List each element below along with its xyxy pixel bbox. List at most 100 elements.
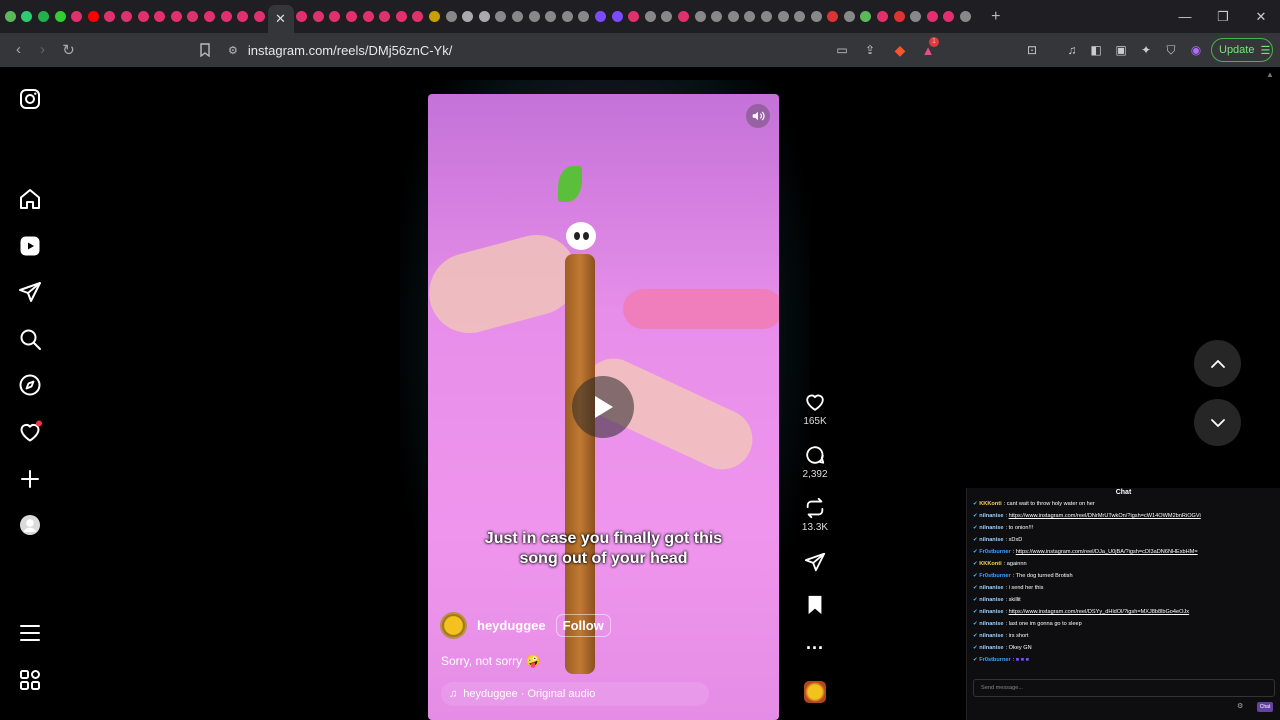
create-icon[interactable] xyxy=(18,467,42,491)
author-avatar[interactable] xyxy=(440,612,467,639)
update-button[interactable]: Update ☰ xyxy=(1211,38,1273,62)
wallet-icon[interactable]: ▣ xyxy=(1112,41,1130,59)
browser-tab[interactable] xyxy=(609,0,626,33)
active-tab[interactable]: ✕ xyxy=(267,5,294,33)
chat-link[interactable]: https://www.instagram.com/reel/DNrMrUTwk… xyxy=(1009,513,1201,519)
browser-tab[interactable] xyxy=(924,0,941,33)
browser-tab[interactable] xyxy=(625,0,642,33)
browser-tab[interactable] xyxy=(118,0,135,33)
browser-tab[interactable] xyxy=(542,0,559,33)
browser-tab[interactable] xyxy=(426,0,443,33)
browser-tab[interactable] xyxy=(201,0,218,33)
chat-username[interactable]: Fr0stburner xyxy=(979,573,1010,579)
browser-tab[interactable] xyxy=(742,0,759,33)
browser-tab[interactable] xyxy=(808,0,825,33)
chat-settings-icon[interactable]: ⚙ xyxy=(1237,702,1243,710)
share-icon[interactable]: ⇪ xyxy=(861,41,879,59)
comment-button[interactable]: 2,392 xyxy=(795,444,835,480)
chat-username[interactable]: nilnanise xyxy=(979,537,1003,543)
browser-tab[interactable] xyxy=(493,0,510,33)
sidebar-toggle-icon[interactable]: ◧ xyxy=(1087,41,1105,59)
more-options-button[interactable]: ... xyxy=(795,634,835,652)
browser-tab[interactable] xyxy=(168,0,185,33)
browser-tab[interactable] xyxy=(675,0,692,33)
browser-tab[interactable] xyxy=(874,0,891,33)
browser-tab[interactable] xyxy=(891,0,908,33)
chat-send-button[interactable]: Chat xyxy=(1257,702,1273,712)
browser-tab[interactable] xyxy=(443,0,460,33)
browser-tab[interactable] xyxy=(310,0,327,33)
browser-tab[interactable] xyxy=(526,0,543,33)
browser-tab[interactable] xyxy=(35,0,52,33)
browser-tab[interactable] xyxy=(459,0,476,33)
browser-tab[interactable] xyxy=(509,0,526,33)
browser-tab[interactable] xyxy=(758,0,775,33)
screenshot-icon[interactable]: ⊡ xyxy=(1023,41,1041,59)
browser-tab[interactable] xyxy=(725,0,742,33)
browser-tab[interactable] xyxy=(151,0,168,33)
brave-rewards-icon[interactable]: ▲ 1 xyxy=(919,37,939,59)
explore-icon[interactable] xyxy=(18,373,42,397)
forward-icon[interactable]: › xyxy=(30,37,55,62)
brave-shields-icon[interactable]: ◆ xyxy=(891,41,909,59)
profile-avatar-icon[interactable] xyxy=(18,513,42,537)
browser-tab[interactable] xyxy=(791,0,808,33)
author-username[interactable]: heyduggee xyxy=(477,618,546,633)
notifications-heart-icon[interactable] xyxy=(18,420,42,444)
browser-tab[interactable] xyxy=(102,0,119,33)
direct-messages-icon[interactable] xyxy=(18,280,42,304)
chat-username[interactable]: KKKonti xyxy=(979,561,1001,567)
browser-tab[interactable] xyxy=(476,0,493,33)
browser-tab[interactable] xyxy=(941,0,958,33)
close-tab-icon[interactable]: ✕ xyxy=(275,11,286,27)
share-button[interactable] xyxy=(795,551,835,573)
browser-tab[interactable] xyxy=(410,0,427,33)
browser-tab[interactable] xyxy=(19,0,36,33)
browser-tab[interactable] xyxy=(135,0,152,33)
browser-tab[interactable] xyxy=(360,0,377,33)
cast-icon[interactable]: ▭ xyxy=(833,41,851,59)
more-menu-icon[interactable] xyxy=(18,621,42,645)
browser-tab[interactable] xyxy=(393,0,410,33)
browser-tab[interactable] xyxy=(858,0,875,33)
browser-tab[interactable] xyxy=(576,0,593,33)
site-settings-icon[interactable]: ⚙ xyxy=(228,44,238,57)
vpn-icon[interactable]: ⛉ xyxy=(1162,41,1180,59)
chat-username[interactable]: nilnanise xyxy=(979,609,1003,615)
back-icon[interactable]: ‹ xyxy=(6,37,31,62)
browser-tab[interactable] xyxy=(957,0,974,33)
next-reel-button[interactable] xyxy=(1194,399,1241,446)
chat-username[interactable]: nilnanise xyxy=(979,645,1003,651)
audio-owner-thumbnail[interactable] xyxy=(804,681,826,703)
chat-username[interactable]: nilnanise xyxy=(979,621,1003,627)
browser-tab[interactable] xyxy=(692,0,709,33)
reload-icon[interactable]: ↻ xyxy=(56,37,81,62)
chat-link[interactable]: https://www.instagram.com/reel/DSYy_dHld… xyxy=(1009,609,1189,615)
chat-username[interactable]: nilnanise xyxy=(979,585,1003,591)
minimize-icon[interactable]: — xyxy=(1166,0,1204,33)
chat-username[interactable]: nilnanise xyxy=(979,633,1003,639)
bookmark-page-icon[interactable] xyxy=(192,37,217,62)
browser-tab[interactable] xyxy=(775,0,792,33)
chat-username[interactable]: nilnanise xyxy=(979,525,1003,531)
repost-button[interactable]: 13.3K xyxy=(795,497,835,533)
browser-tab[interactable] xyxy=(218,0,235,33)
audio-link[interactable]: ♫ heyduggee · Original audio xyxy=(441,682,709,706)
chat-link[interactable]: https://www.instagram.com/reel/DJa_U0jBA… xyxy=(1016,549,1198,555)
chat-username[interactable]: Fr0stburner xyxy=(979,657,1010,663)
reel-video[interactable]: Just in case you finally got this song o… xyxy=(428,94,779,720)
browser-tab[interactable] xyxy=(251,0,268,33)
browser-tab[interactable] xyxy=(294,0,311,33)
chat-username[interactable]: nilnanise xyxy=(979,597,1003,603)
browser-tab[interactable] xyxy=(642,0,659,33)
browser-tab[interactable] xyxy=(376,0,393,33)
browser-tab[interactable] xyxy=(659,0,676,33)
reels-icon[interactable] xyxy=(18,234,42,258)
play-button[interactable] xyxy=(572,376,634,438)
instagram-logo-icon[interactable] xyxy=(18,87,42,111)
also-from-meta-icon[interactable] xyxy=(18,668,42,692)
like-button[interactable]: 165K xyxy=(795,391,835,427)
restore-icon[interactable]: ❐ xyxy=(1204,0,1242,33)
browser-tab[interactable] xyxy=(234,0,251,33)
chat-username[interactable]: KKKonti xyxy=(979,501,1001,507)
